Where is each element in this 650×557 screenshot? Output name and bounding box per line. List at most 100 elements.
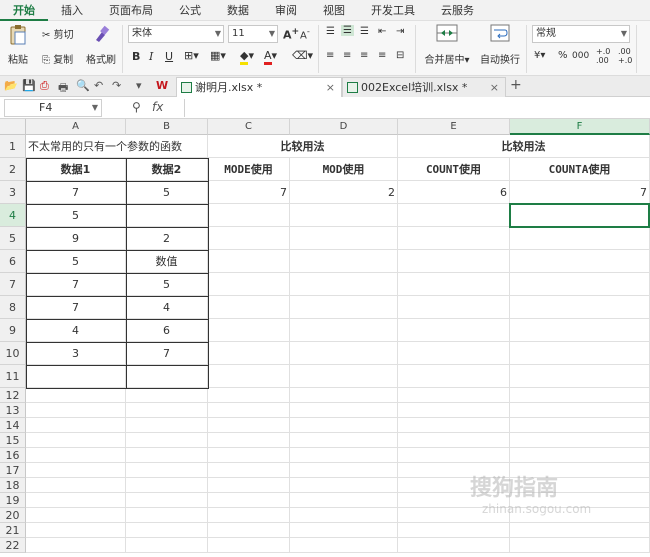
decrease-font-icon[interactable]: A-	[300, 26, 310, 41]
cell-a7[interactable]: 7	[26, 273, 126, 296]
cell-e16[interactable]	[398, 448, 510, 463]
thousands-button[interactable]: 000	[572, 51, 589, 61]
cell-e6[interactable]	[398, 250, 510, 273]
row-header-21[interactable]: 21	[0, 523, 26, 538]
row-header-6[interactable]: 6	[0, 250, 26, 273]
cell-c6[interactable]	[208, 250, 290, 273]
cell-b2[interactable]: 数据2	[126, 158, 208, 181]
cell-f3[interactable]: 7	[510, 181, 650, 204]
menu-item[interactable]: 数据	[214, 0, 262, 21]
cell-b17[interactable]	[126, 463, 208, 478]
column-header-c[interactable]: C	[208, 119, 290, 135]
print-icon[interactable]: 🖶	[58, 79, 68, 98]
cell-f15[interactable]	[510, 433, 650, 448]
cell-c2[interactable]: MODE使用	[208, 158, 290, 181]
cell-c4[interactable]	[208, 204, 290, 227]
row-header-7[interactable]: 7	[0, 273, 26, 296]
cell-c15[interactable]	[208, 433, 290, 448]
tab-document-2[interactable]: 002Excel培训.xlsx * ×	[342, 77, 506, 97]
row-header-8[interactable]: 8	[0, 296, 26, 319]
align-middle-icon[interactable]: ☰	[341, 25, 354, 36]
column-header-d[interactable]: D	[290, 119, 398, 135]
cell-b18[interactable]	[126, 478, 208, 493]
menu-item[interactable]: 审阅	[262, 0, 310, 21]
cell-c7[interactable]	[208, 273, 290, 296]
cell-c9[interactable]	[208, 319, 290, 342]
cell-a21[interactable]	[26, 523, 126, 538]
underline-button[interactable]: U	[165, 50, 173, 63]
cell-f2[interactable]: COUNTA使用	[510, 158, 650, 181]
cell-d21[interactable]	[290, 523, 398, 538]
cell-d2[interactable]: MOD使用	[290, 158, 398, 181]
fill-color-icon[interactable]: ◆▾	[240, 49, 254, 65]
column-header-f[interactable]: F	[510, 119, 650, 135]
cell-f4[interactable]	[510, 204, 650, 227]
cell-a2[interactable]: 数据1	[26, 158, 126, 181]
cell-f21[interactable]	[510, 523, 650, 538]
cell-f14[interactable]	[510, 418, 650, 433]
cell-c10[interactable]	[208, 342, 290, 365]
cell-a13[interactable]	[26, 403, 126, 418]
cell-a19[interactable]	[26, 493, 126, 508]
cell-b19[interactable]	[126, 493, 208, 508]
row-header-4[interactable]: 4	[0, 204, 26, 227]
decrease-decimal-button[interactable]: .00 +.0	[618, 47, 632, 65]
cell-a14[interactable]	[26, 418, 126, 433]
folder-icon[interactable]: 📂	[4, 79, 18, 92]
cell-e12[interactable]	[398, 388, 510, 403]
cell-e11[interactable]	[398, 365, 510, 388]
cell-a11[interactable]	[26, 365, 126, 388]
cell-f6[interactable]	[510, 250, 650, 273]
cell-e21[interactable]	[398, 523, 510, 538]
clear-format-icon[interactable]: ⌫▾	[292, 49, 313, 62]
cell-a16[interactable]	[26, 448, 126, 463]
row-header-1[interactable]: 1	[0, 135, 26, 158]
cell-a12[interactable]	[26, 388, 126, 403]
cell-b3[interactable]: 5	[126, 181, 208, 204]
font-name-select[interactable]: 宋体 ▼	[128, 25, 224, 43]
cell-f12[interactable]	[510, 388, 650, 403]
column-header-b[interactable]: B	[126, 119, 208, 135]
fill-pattern-icon[interactable]: ▦▾	[210, 49, 226, 62]
fx-icon[interactable]: fx	[152, 100, 163, 114]
font-size-select[interactable]: 11 ▼	[228, 25, 278, 43]
cell-b16[interactable]	[126, 448, 208, 463]
cell-b13[interactable]	[126, 403, 208, 418]
cell-b11[interactable]	[126, 365, 208, 388]
cell-d16[interactable]	[290, 448, 398, 463]
cell-c19[interactable]	[208, 493, 290, 508]
save-icon[interactable]: 💾	[22, 79, 36, 92]
cell-b7[interactable]: 5	[126, 273, 208, 296]
cell-d11[interactable]	[290, 365, 398, 388]
paste-button[interactable]: 粘贴	[4, 24, 32, 66]
justify-icon[interactable]: ≡	[378, 50, 386, 61]
wps-logo-icon[interactable]: W	[156, 79, 168, 92]
cell-c1[interactable]: 比较用法	[208, 135, 398, 158]
indent-increase-icon[interactable]: ⇥	[396, 26, 404, 37]
cell-c12[interactable]	[208, 388, 290, 403]
cell-f22[interactable]	[510, 538, 650, 553]
cell-d4[interactable]	[290, 204, 398, 227]
distribute-icon[interactable]: ⊟	[396, 50, 404, 61]
cell-b21[interactable]	[126, 523, 208, 538]
cell-b5[interactable]: 2	[126, 227, 208, 250]
select-all-corner[interactable]	[0, 119, 26, 135]
increase-decimal-button[interactable]: +.0 .00	[596, 47, 610, 65]
row-header-11[interactable]: 11	[0, 365, 26, 388]
number-format-select[interactable]: 常规 ▼	[532, 25, 630, 43]
cell-d22[interactable]	[290, 538, 398, 553]
italic-button[interactable]: I	[149, 50, 153, 63]
cell-a3[interactable]: 7	[26, 181, 126, 204]
row-header-2[interactable]: 2	[0, 158, 26, 181]
cell-e8[interactable]	[398, 296, 510, 319]
menu-item[interactable]: 开始	[0, 0, 48, 21]
cell-e3[interactable]: 6	[398, 181, 510, 204]
cell-d12[interactable]	[290, 388, 398, 403]
wrap-text-button[interactable]: 自动换行	[478, 24, 522, 66]
preview-icon[interactable]: 🔍	[76, 79, 90, 92]
cell-d18[interactable]	[290, 478, 398, 493]
cell-d7[interactable]	[290, 273, 398, 296]
menu-item[interactable]: 插入	[48, 0, 96, 21]
cell-e15[interactable]	[398, 433, 510, 448]
row-header-14[interactable]: 14	[0, 418, 26, 433]
